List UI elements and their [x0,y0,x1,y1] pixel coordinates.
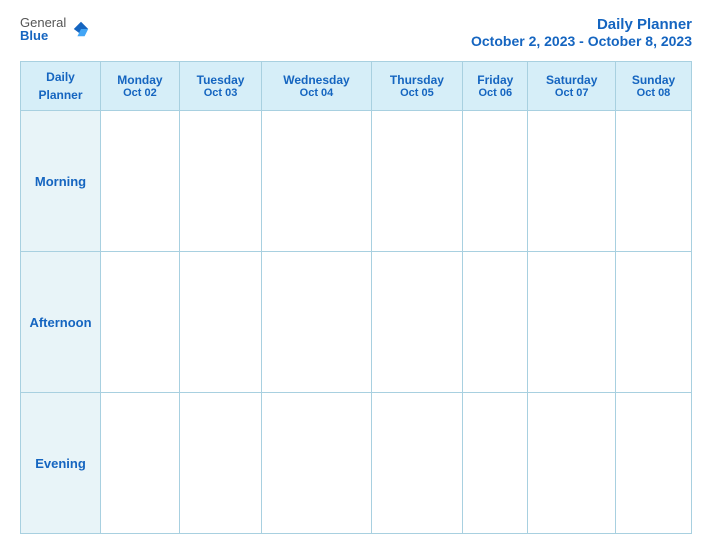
logo-icon [72,20,90,38]
afternoon-sunday[interactable] [616,252,692,393]
morning-monday[interactable] [101,111,180,252]
afternoon-friday[interactable] [463,252,528,393]
col-header-friday: Friday Oct 06 [463,62,528,111]
col-header-thursday: Thursday Oct 05 [371,62,462,111]
morning-tuesday[interactable] [179,111,261,252]
evening-row: Evening [21,393,692,534]
evening-thursday[interactable] [371,393,462,534]
evening-wednesday[interactable] [262,393,371,534]
evening-sunday[interactable] [616,393,692,534]
morning-thursday[interactable] [371,111,462,252]
afternoon-thursday[interactable] [371,252,462,393]
calendar-table: Daily Planner Monday Oct 02 Tuesday Oct … [20,61,692,534]
afternoon-saturday[interactable] [528,252,616,393]
morning-wednesday[interactable] [262,111,371,252]
morning-friday[interactable] [463,111,528,252]
morning-row: Morning [21,111,692,252]
logo-blue: Blue [20,29,66,42]
col-header-saturday: Saturday Oct 07 [528,62,616,111]
afternoon-row: Afternoon [21,252,692,393]
label-header: Daily Planner [21,62,101,111]
morning-label: Morning [21,111,101,252]
header-row: Daily Planner Monday Oct 02 Tuesday Oct … [21,62,692,111]
planner-dates: October 2, 2023 - October 8, 2023 [471,33,692,49]
title-area: Daily Planner October 2, 2023 - October … [471,16,692,49]
col-header-sunday: Sunday Oct 08 [616,62,692,111]
evening-monday[interactable] [101,393,180,534]
evening-label: Evening [21,393,101,534]
morning-saturday[interactable] [528,111,616,252]
afternoon-wednesday[interactable] [262,252,371,393]
planner-title: Daily Planner [471,16,692,33]
afternoon-label: Afternoon [21,252,101,393]
page-header: General Blue Daily Planner October 2, 20… [20,16,692,49]
logo: General Blue [20,16,90,42]
evening-tuesday[interactable] [179,393,261,534]
morning-sunday[interactable] [616,111,692,252]
col-header-monday: Monday Oct 02 [101,62,180,111]
afternoon-monday[interactable] [101,252,180,393]
col-header-wednesday: Wednesday Oct 04 [262,62,371,111]
evening-saturday[interactable] [528,393,616,534]
col-header-tuesday: Tuesday Oct 03 [179,62,261,111]
afternoon-tuesday[interactable] [179,252,261,393]
evening-friday[interactable] [463,393,528,534]
